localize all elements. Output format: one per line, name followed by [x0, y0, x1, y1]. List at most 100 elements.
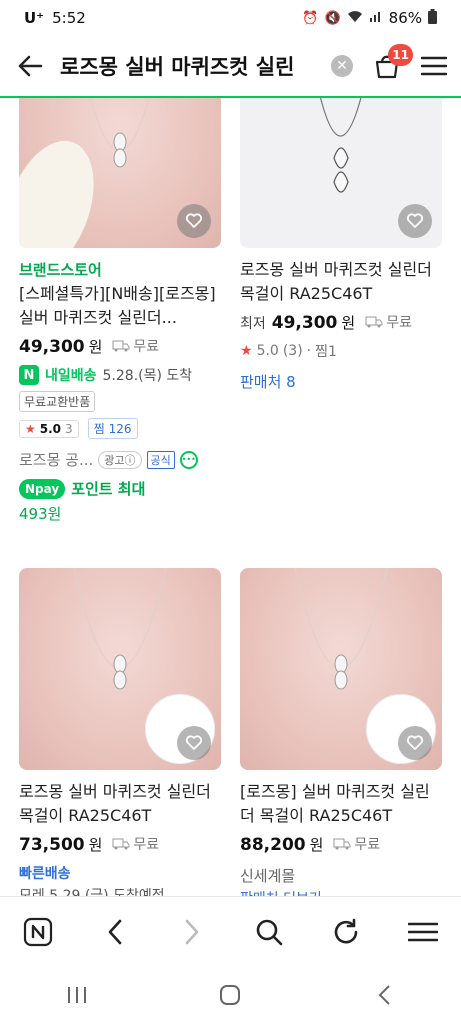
product-image[interactable]: [240, 568, 442, 770]
product-card[interactable]: 로즈몽 실버 마퀴즈컷 실린더 목걸이 RA25C46T 최저 49,300 원…: [240, 98, 442, 392]
truck-icon: [112, 340, 130, 352]
more-sellers-link[interactable]: 판매처 더보기: [240, 888, 442, 896]
status-bar: U⁺ 5:52 ⏰ 🔇 86%: [0, 0, 461, 36]
zzim-badge: 찜 126: [87, 418, 138, 439]
product-title[interactable]: [스페셜특가][N배송][로즈몽] 실버 마퀴즈컷 실린더...: [19, 282, 221, 330]
zzim-count: 찜1: [315, 344, 337, 360]
price-row: 73,500 원 무료: [19, 834, 221, 855]
rating-row: ★ 5.0 (3) · 찜1: [240, 341, 442, 361]
search-icon: [256, 919, 283, 945]
delivery-row: N 내일배송 5.28.(목) 도착: [19, 365, 221, 385]
product-price: 73,500: [19, 835, 85, 855]
search-query[interactable]: 로즈몽 실버 마퀴즈컷 실린: [60, 51, 323, 81]
shipping-label: 무료: [133, 339, 160, 355]
home-icon: [220, 985, 241, 1005]
fast-delivery-label: 빠른배송: [19, 866, 71, 882]
shipping-info: 무료: [365, 312, 412, 332]
lowest-price-label: 최저: [240, 316, 266, 332]
naver-home-button[interactable]: [13, 907, 63, 957]
talk-icon[interactable]: •••: [179, 450, 198, 469]
product-card[interactable]: [로즈몽] 실버 마퀴즈컷 실린더 목걸이 RA25C46T 88,200 원 …: [240, 568, 442, 896]
rating-count: (3): [282, 343, 303, 359]
back-button[interactable]: [0, 35, 60, 97]
chevron-left-icon: [108, 919, 122, 944]
browser-forward-button[interactable]: [167, 907, 217, 957]
naver-delivery-icon: N: [19, 365, 39, 385]
browser-toolbar: [0, 896, 461, 966]
heart-icon: [185, 735, 203, 750]
clock: 5:52: [52, 9, 86, 27]
rating-count: 3: [65, 422, 73, 436]
delivery-label: 내일배송: [45, 368, 97, 384]
shipping-label: 무료: [354, 837, 381, 853]
separator: ·: [306, 343, 312, 359]
ad-badge[interactable]: 광고ⓘ: [98, 450, 142, 469]
refresh-icon: [334, 918, 358, 943]
product-title[interactable]: [로즈몽] 실버 마퀴즈컷 실린더 목걸이 RA25C46T: [240, 780, 442, 828]
price-row: 49,300 원 무료: [19, 336, 221, 357]
product-card[interactable]: 로즈몽 실버 마퀴즈컷 실린더 목걸이 RA25C46T 73,500 원 무료…: [19, 568, 221, 896]
seller-name[interactable]: 로즈몽 공...: [19, 449, 93, 470]
browser-menu-button[interactable]: [398, 907, 448, 957]
browser-search-button[interactable]: [244, 907, 294, 957]
heart-icon: [406, 735, 424, 750]
product-info: 로즈몽 실버 마퀴즈컷 실린더 목걸이 RA25C46T 73,500 원 무료…: [19, 770, 221, 896]
currency-label: 원: [88, 836, 103, 854]
search-header: 로즈몽 실버 마퀴즈컷 실린 ✕ 11: [0, 36, 461, 98]
product-title[interactable]: 로즈몽 실버 마퀴즈컷 실린더 목걸이 RA25C46T: [19, 780, 221, 828]
battery-level: 86%: [388, 9, 422, 27]
product-image[interactable]: [19, 98, 221, 248]
wishlist-button[interactable]: [177, 204, 211, 238]
product-price: 49,300: [271, 313, 338, 333]
currency-label: 원: [341, 314, 356, 332]
menu-button[interactable]: [407, 46, 461, 86]
hamburger-icon: [407, 922, 438, 941]
signal-icon: [369, 9, 383, 27]
brand-store-label: 브랜드스토어: [19, 261, 102, 279]
product-price: 88,200: [240, 835, 306, 855]
currency-label: 원: [309, 836, 324, 854]
product-card[interactable]: 브랜드스토어 [스페셜특가][N배송][로즈몽] 실버 마퀴즈컷 실린더... …: [19, 98, 221, 524]
product-info: [로즈몽] 실버 마퀴즈컷 실린더 목걸이 RA25C46T 88,200 원 …: [240, 770, 442, 896]
system-nav-bar: [0, 966, 461, 1024]
star-icon: ★: [25, 422, 36, 436]
seller-count-link[interactable]: 판매처 8: [240, 371, 442, 392]
npay-logo: Npay: [19, 478, 66, 499]
cart-count-badge: 11: [388, 44, 413, 66]
product-info: 로즈몽 실버 마퀴즈컷 실린더 목걸이 RA25C46T 최저 49,300 원…: [240, 248, 442, 392]
battery-icon: [428, 8, 437, 28]
product-price: 49,300: [19, 337, 85, 357]
recent-apps-button[interactable]: [47, 970, 107, 1020]
home-button[interactable]: [200, 970, 260, 1020]
cart-button[interactable]: 11: [367, 44, 413, 86]
rating-badge: ★ 5.0 3: [19, 420, 79, 438]
seller-row: 로즈몽 공... 광고ⓘ 공식 •••: [19, 449, 221, 470]
wishlist-button[interactable]: [398, 204, 432, 238]
shipping-info: 무료: [112, 336, 159, 356]
shop-name[interactable]: 신세계몰: [240, 865, 442, 886]
chevron-right-icon: [185, 919, 199, 944]
wishlist-button[interactable]: [177, 726, 211, 760]
clear-search-button[interactable]: ✕: [331, 55, 353, 77]
shipping-info: 무료: [333, 834, 380, 854]
product-info: 브랜드스토어 [스페셜특가][N배송][로즈몽] 실버 마퀴즈컷 실린더... …: [19, 248, 221, 524]
price-row: 88,200 원 무료: [240, 834, 442, 855]
rating-value: 5.0: [39, 422, 62, 436]
browser-back-button[interactable]: [90, 907, 140, 957]
mute-icon: 🔇: [324, 10, 341, 26]
product-title[interactable]: 로즈몽 실버 마퀴즈컷 실린더 목걸이 RA25C46T: [240, 258, 442, 306]
alarm-icon: ⏰: [302, 10, 319, 26]
truck-icon: [333, 838, 351, 850]
delivery-date: 5.28.(목) 도착: [102, 368, 193, 384]
star-icon: ★: [240, 343, 253, 359]
product-image[interactable]: [240, 98, 442, 248]
wishlist-button[interactable]: [398, 726, 432, 760]
system-back-button[interactable]: [354, 970, 414, 1020]
product-image[interactable]: [19, 568, 221, 770]
close-icon: ✕: [336, 58, 348, 74]
currency-label: 원: [88, 338, 103, 356]
carrier-label: U⁺: [24, 9, 45, 27]
recent-apps-icon: [67, 987, 86, 1003]
heart-icon: [406, 213, 424, 228]
reload-button[interactable]: [321, 907, 371, 957]
